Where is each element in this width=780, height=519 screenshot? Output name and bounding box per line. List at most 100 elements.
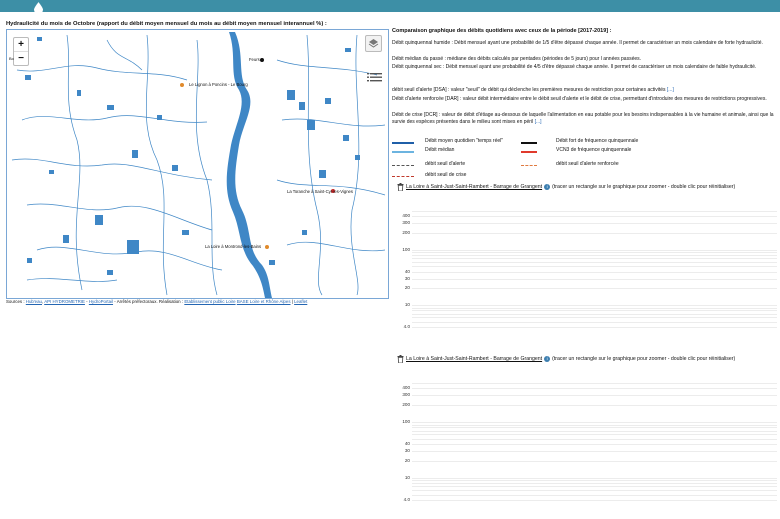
grid-line <box>412 223 777 225</box>
legend-swatch-alerte <box>392 165 414 166</box>
leaflet-link[interactable]: Leaflet <box>294 299 307 304</box>
info-icon[interactable]: i <box>544 356 551 362</box>
y-tick-label: 4.0 <box>403 324 410 329</box>
grid-line <box>412 278 777 280</box>
layers-icon[interactable] <box>365 35 382 52</box>
desc-dcr-text: Débit de crise [DCR] : valeur de débit d… <box>392 112 774 126</box>
legend-list-icon[interactable] <box>367 72 382 82</box>
grid-line <box>412 317 777 319</box>
grid-line <box>412 266 777 268</box>
zoom-out-button[interactable]: − <box>14 52 28 65</box>
station-label: La Toranche à Saint-Cyr-les-Vignes <box>287 189 353 194</box>
y-tick-label: 20 <box>404 285 410 291</box>
hydroportail-link[interactable]: HydroPortail <box>89 299 113 304</box>
drop-icon <box>34 2 43 14</box>
desc-median: Débit médian du passé : médiane des débi… <box>392 56 642 62</box>
grid-line <box>412 313 777 315</box>
city-label: Feurs <box>249 57 260 62</box>
y-tick-label: 30 <box>404 448 410 454</box>
grid-line <box>412 477 777 479</box>
sources-arretes: - Arrêtés préfectoraux. Réalisation : <box>113 299 184 304</box>
trash-icon[interactable] <box>397 183 404 191</box>
comparison-title: Comparaison graphique des débits quotidi… <box>392 28 612 34</box>
sources-prefix: Sources : <box>6 299 25 304</box>
desc-sec: Débit quinquennal sec : Débit mensuel ay… <box>392 64 757 70</box>
legend-vcn3: VCN3 de fréquence quinquennale <box>556 147 632 153</box>
grid-line <box>412 395 777 397</box>
grid-line <box>412 451 777 453</box>
hubeau-link[interactable]: Hub'eau <box>26 299 42 304</box>
y-tick-label: 40 <box>404 441 410 447</box>
y-tick-label: 400 <box>402 385 410 391</box>
info-icon[interactable]: i <box>544 184 551 190</box>
legend-fort: Débit fort de fréquence quinquennale <box>556 138 639 144</box>
y-tick-label: 40 <box>404 268 410 274</box>
y-tick-label: 20 <box>404 458 410 463</box>
etab-link[interactable]: Etablissement public Loire <box>184 299 235 304</box>
grid-line <box>412 249 777 251</box>
top-bar <box>0 0 780 12</box>
legend-swatch-moyen <box>392 142 414 144</box>
trash-icon[interactable] <box>397 355 404 363</box>
zoom-in-button[interactable]: + <box>14 38 28 52</box>
y-tick-label: 30 <box>404 275 410 281</box>
grid-line <box>412 434 777 436</box>
grid-line <box>412 388 777 390</box>
y-tick-label: 100 <box>402 246 410 252</box>
grid-line <box>412 252 777 254</box>
grid-line <box>412 427 777 429</box>
grid-line <box>412 422 777 423</box>
legend-swatch-fort <box>521 142 537 144</box>
graph-hint: (tracer un rectangle sur le graphique po… <box>552 184 736 190</box>
api-link[interactable]: API HYDROMETRIE <box>44 299 85 304</box>
y-tick-label: 4.0 <box>403 497 410 502</box>
grid-line <box>412 383 777 384</box>
grid-line <box>412 261 777 263</box>
legend-swatch-vcn3 <box>521 151 537 153</box>
grid-line <box>412 233 777 234</box>
y-tick-label: 300 <box>402 392 410 398</box>
grid-line <box>412 271 777 273</box>
grid-line <box>412 288 777 290</box>
legend-swatch-renforcee <box>521 165 537 166</box>
graph-site: La Loire à Saint-Just-Saint-Rambert - Ba… <box>406 184 543 190</box>
grid-line <box>412 310 777 312</box>
graph-title: La Loire à Saint-Just-Saint-Rambert - Ba… <box>406 184 735 190</box>
y-tick-label: 200 <box>402 230 410 235</box>
grid-line <box>412 424 777 426</box>
map-scale: Bo <box>9 56 14 61</box>
station-label: La Loire à Montrond-les-Bains <box>205 244 262 249</box>
grid-line <box>412 494 777 496</box>
station-marker[interactable] <box>260 58 264 62</box>
station-marker[interactable] <box>180 83 184 87</box>
graph-site: La Loire à Saint-Just-Saint-Rambert - Ba… <box>406 356 543 362</box>
grid-line <box>412 500 777 501</box>
graph-title: La Loire à Saint-Just-Saint-Rambert - Ba… <box>406 356 735 362</box>
desc-dar: Débit d'alerte renforcée [DAR] : valeur … <box>392 96 767 102</box>
station-marker[interactable] <box>265 245 269 249</box>
grid-line <box>412 216 777 218</box>
more-link[interactable]: [...] <box>667 87 674 93</box>
zoom-control[interactable]: + − <box>13 37 29 66</box>
grid-line <box>412 307 777 309</box>
desc-dsa-text: débit seuil d'alerte [DSA] : valeur "seu… <box>392 87 666 93</box>
grid-line <box>412 483 777 485</box>
basse-link[interactable]: BASE Loire et Rhône Alpes <box>237 299 291 304</box>
map-title: Hydraulicité du mois de Octobre (rapport… <box>6 21 327 27</box>
grid-line <box>412 444 777 446</box>
legend-crise: débit seuil de crise <box>425 172 467 178</box>
grid-line <box>412 258 777 260</box>
legend-renforcee: débit seuil d'alerte renforcée <box>556 161 619 167</box>
grid-line <box>412 461 777 462</box>
more-link[interactable]: [...] <box>535 119 542 125</box>
grid-line <box>412 438 777 440</box>
desc-dcr: Débit de crise [DCR] : valeur de débit d… <box>392 112 776 127</box>
legend-swatch-crise <box>392 176 414 177</box>
map[interactable]: + − Bo Le Lignon à Poncins - Le Bourg La… <box>6 29 389 299</box>
legend-moyen: Débit moyen quotidien "temps réel" <box>425 138 504 144</box>
grid-line <box>412 211 777 212</box>
grid-line <box>412 305 777 306</box>
grid-line <box>412 255 777 256</box>
map-sources: Sources : Hub'eau, API HYDROMETRIE - Hyd… <box>6 299 308 304</box>
map-canvas[interactable] <box>7 30 388 298</box>
